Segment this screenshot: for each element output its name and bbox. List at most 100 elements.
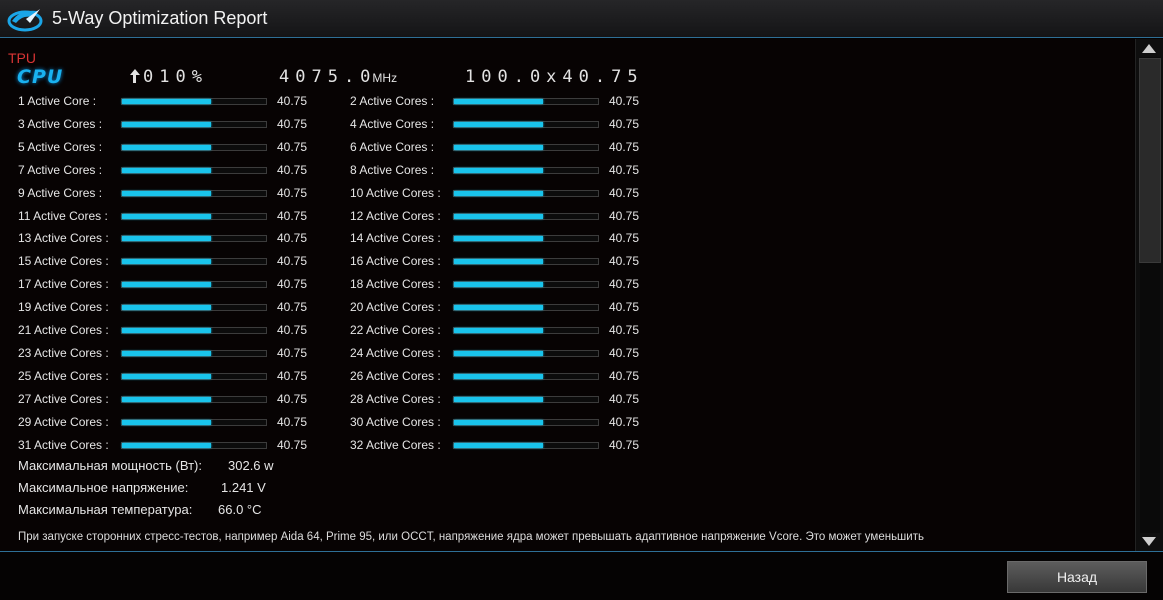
core-ratio-bar	[453, 395, 599, 403]
core-ratio-bar-fill	[122, 350, 212, 356]
core-ratio-bar-fill	[122, 328, 212, 333]
core-ratio-value: 40.75	[277, 414, 308, 429]
core-ratio-bar	[121, 166, 267, 174]
back-button[interactable]: Назад	[1007, 561, 1147, 593]
core-label: 19 Active Cores :	[18, 300, 109, 315]
core-ratio-bar-fill	[122, 305, 212, 311]
core-row: 30 Active Cores : 40.75	[350, 412, 670, 432]
core-ratio-value: 40.75	[609, 94, 640, 108]
core-ratio-value: 40.75	[277, 185, 308, 200]
cpu-label: CPU	[17, 66, 64, 88]
core-ratio-value: 40.75	[277, 368, 308, 383]
core-label: 15 Active Cores :	[18, 254, 109, 269]
core-ratio-value: 40.75	[277, 323, 308, 337]
core-ratio-bar	[121, 98, 267, 105]
core-ratio-value: 40.75	[609, 162, 640, 177]
core-ratio-value: 40.75	[609, 437, 640, 452]
core-row: 8 Active Cores : 40.75	[350, 160, 670, 180]
core-label: 11 Active Cores :	[18, 208, 108, 223]
core-row: 7 Active Cores : 40.75	[18, 160, 338, 180]
core-ratio-value: 40.75	[609, 391, 640, 406]
title-bar: 5-Way Optimization Report	[0, 0, 1163, 38]
core-row: 15 Active Cores : 40.75	[18, 251, 338, 271]
core-ratio-bar	[453, 98, 599, 105]
core-ratio-value: 40.75	[609, 185, 640, 200]
core-row: 23 Active Cores : 40.75	[18, 343, 338, 363]
core-ratio-bar	[453, 235, 599, 243]
core-ratio-bar	[453, 189, 599, 197]
core-row: 27 Active Cores : 40.75	[18, 389, 338, 409]
core-row: 32 Active Cores : 40.75	[350, 435, 670, 455]
core-row: 3 Active Cores : 40.75	[18, 114, 338, 134]
max-power-label: Максимальная мощность (Вт):	[18, 458, 202, 473]
core-label: 9 Active Cores :	[18, 185, 103, 200]
core-row: 16 Active Cores : 40.75	[350, 251, 670, 271]
core-label: 14 Active Cores :	[350, 231, 441, 246]
core-label: 13 Active Cores :	[18, 231, 109, 246]
core-ratio-value: 40.75	[609, 277, 640, 292]
core-ratio-bar-fill	[454, 328, 544, 333]
core-ratio-bar-fill	[454, 236, 544, 242]
core-row: 19 Active Cores : 40.75	[18, 297, 338, 317]
scroll-thumb[interactable]	[1139, 58, 1161, 263]
core-ratio-value: 40.75	[609, 208, 640, 223]
core-ratio-bar-fill	[454, 121, 544, 127]
core-ratio-bar-fill	[454, 167, 544, 173]
stress-test-note: При запуске сторонних стресс-тестов, нап…	[18, 531, 924, 543]
core-ratio-bar	[121, 418, 267, 426]
core-ratio-bar-fill	[122, 236, 212, 242]
core-ratio-value: 40.75	[609, 345, 640, 360]
core-ratio-value: 40.75	[277, 208, 308, 223]
core-ratio-bar-fill	[122, 259, 212, 265]
core-label: 29 Active Cores :	[18, 414, 109, 429]
window-title: 5-Way Optimization Report	[52, 8, 268, 28]
core-ratio-value: 40.75	[277, 254, 308, 269]
core-ratio-bar-fill	[454, 305, 544, 311]
core-row: 6 Active Cores : 40.75	[350, 137, 670, 157]
core-ratio-bar-fill	[122, 144, 212, 150]
core-row: 28 Active Cores : 40.75	[350, 389, 670, 409]
core-ratio-bar-fill	[122, 419, 212, 425]
core-label: 18 Active Cores :	[350, 277, 441, 292]
core-label: 28 Active Cores :	[350, 391, 441, 406]
core-ratio-bar	[121, 441, 267, 449]
core-ratio-value: 40.75	[277, 139, 308, 154]
core-ratio-bar-fill	[454, 350, 544, 356]
core-label: 17 Active Cores :	[18, 277, 109, 292]
core-row: 1 Active Core : 40.75	[18, 91, 338, 111]
core-ratio-value: 40.75	[277, 94, 308, 108]
core-ratio-value: 40.75	[277, 277, 308, 292]
core-ratio-bar	[121, 349, 267, 357]
core-ratio-bar	[121, 304, 267, 312]
core-row: 4 Active Cores : 40.75	[350, 114, 670, 134]
core-ratio-bar	[121, 235, 267, 243]
core-ratio-bar-fill	[122, 213, 212, 219]
core-row: 11 Active Cores : 40.75	[18, 206, 338, 226]
max-temperature-value: 66.0 °C	[218, 502, 262, 517]
core-row: 12 Active Cores : 40.75	[350, 206, 670, 226]
core-label: 4 Active Cores :	[350, 116, 435, 131]
max-voltage-label: Максимальное напряжение:	[18, 480, 189, 495]
core-label: 7 Active Cores :	[18, 162, 103, 177]
core-ratio-bar	[453, 120, 599, 128]
core-label: 31 Active Cores :	[18, 437, 109, 452]
core-row: 31 Active Cores : 40.75	[18, 435, 338, 455]
core-label: 3 Active Cores :	[18, 116, 103, 131]
scroll-down-arrow-icon[interactable]	[1142, 537, 1156, 546]
core-row: 13 Active Cores : 40.75	[18, 228, 338, 248]
core-ratio-bar-fill	[122, 282, 212, 288]
core-ratio-bar	[121, 212, 267, 220]
core-ratio-value: 40.75	[609, 139, 640, 154]
cpu-frequency-readout: 4075.0MHz	[279, 67, 397, 87]
core-ratio-bar	[121, 189, 267, 197]
core-ratio-bar-fill	[454, 373, 544, 379]
core-ratio-value: 40.75	[609, 414, 640, 429]
core-ratio-value: 40.75	[277, 300, 308, 315]
core-ratio-bar	[453, 327, 599, 334]
vertical-scrollbar[interactable]	[1135, 39, 1163, 551]
core-ratio-bar	[453, 212, 599, 220]
core-label: 23 Active Cores :	[18, 345, 109, 360]
cpu-ratio-value: 010%	[143, 67, 208, 87]
scroll-up-arrow-icon[interactable]	[1142, 44, 1156, 53]
report-content: TPU CPU 010% 4075.0MHz 100.0x40.75 1 Act…	[0, 39, 1134, 551]
